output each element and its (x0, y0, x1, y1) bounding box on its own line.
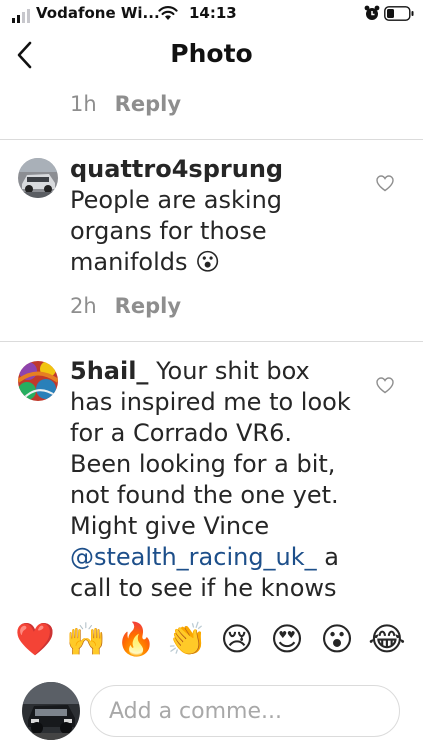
comment-timestamp: 1h (70, 92, 97, 116)
page-title: Photo (170, 39, 253, 68)
comment-body: 5hail_ Your shit box has inspired me to … (70, 356, 370, 604)
comment-username[interactable]: 5hail_ (70, 357, 148, 385)
comment-line: call to see if he knows (70, 574, 337, 602)
comment-line: organs for those (70, 217, 267, 245)
comment-username[interactable]: quattro4sprung (70, 155, 283, 183)
alarm-icon (364, 5, 380, 20)
comment-line: Been looking for a bit, (70, 450, 336, 478)
comment-line: for a Corrado VR6. (70, 419, 292, 447)
comment-line: a (316, 543, 340, 571)
emoji-heart-button[interactable]: ❤️ (15, 620, 55, 658)
emoji-clap-button[interactable]: 👏 (167, 620, 207, 658)
comment-line: has inspired me to look (70, 388, 351, 416)
emoji-raised-hands-button[interactable]: 🙌 (66, 620, 106, 658)
comment-body: quattro4sprung People are asking organs … (70, 154, 370, 278)
emoji-surprised-button[interactable]: 😮 (318, 620, 356, 658)
comment-timestamp: 2h (70, 294, 97, 318)
heart-outline-icon[interactable] (376, 377, 394, 394)
mention-link[interactable]: @stealth_racing_uk_ (70, 543, 317, 571)
emoji-fire-button[interactable]: 🔥 (116, 620, 156, 658)
battery-icon (384, 6, 414, 21)
status-bar: Vodafone Wi... 14:13 (0, 0, 423, 30)
comment-item: 5hail_ Your shit box has inspired me to … (0, 356, 423, 608)
divider (0, 139, 423, 140)
comment-line: People are asking (70, 186, 283, 214)
signal-icon (12, 9, 30, 23)
comment-line: not found the one yet. (70, 481, 339, 509)
carrier-name: Vodafone Wi... (36, 4, 160, 22)
previous-comment-meta: 1h Reply (70, 92, 181, 116)
comments-list[interactable]: 1h Reply quattro4sprung People are asking… (0, 80, 423, 608)
comment-line: Might give Vince (70, 512, 270, 540)
status-time: 14:13 (189, 4, 237, 22)
car-photo-icon (22, 682, 80, 740)
comment-meta: 2h Reply (70, 294, 181, 318)
divider (0, 341, 423, 342)
heart-outline-icon[interactable] (376, 175, 394, 192)
emoji-laughing-button[interactable]: 😂 (368, 620, 406, 658)
emoji-heart-eyes-button[interactable]: 😍 (268, 620, 306, 658)
comment-line: Your shit box (148, 357, 310, 385)
avatar[interactable] (18, 158, 58, 198)
car-photo-icon (18, 158, 58, 198)
emoji-crying-button[interactable]: 😢 (218, 620, 256, 658)
reply-button[interactable]: Reply (115, 294, 181, 318)
wifi-icon (158, 6, 178, 20)
user-avatar (22, 682, 80, 740)
comment-item: quattro4sprung People are asking organs … (0, 154, 423, 334)
comment-line: manifolds 😮 (70, 248, 221, 276)
emoji-reaction-bar: ❤️ 🙌 🔥 👏 😢 😍 😮 😂 (0, 612, 423, 668)
nav-header: Photo (0, 30, 423, 80)
abstract-art-icon (18, 361, 58, 401)
comment-input[interactable] (90, 685, 400, 737)
comment-composer (0, 668, 423, 750)
reply-button[interactable]: Reply (115, 92, 181, 116)
avatar[interactable] (18, 361, 58, 401)
